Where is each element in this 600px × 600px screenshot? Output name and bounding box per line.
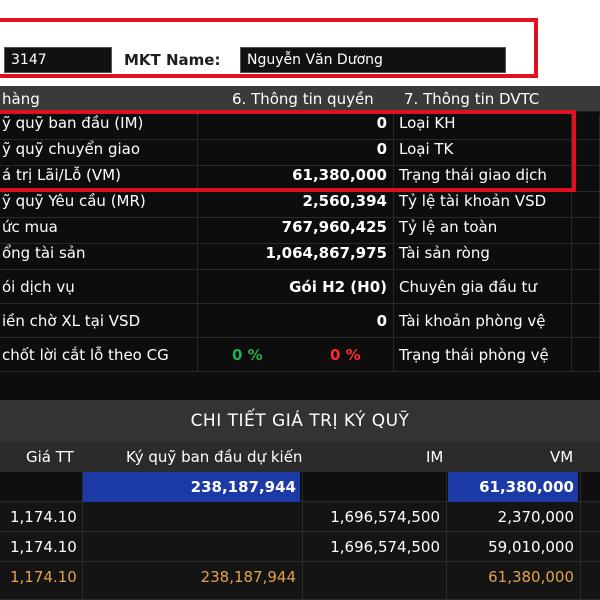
info-row: iền chờ XL tại VSD 0 Tài khoản phòng vệ bbox=[0, 304, 600, 338]
info-right-value bbox=[572, 218, 600, 244]
info-row: chốt lời cắt lỗ theo CG 0 % 0 % Trạng th… bbox=[0, 338, 600, 372]
cell-vm: 2,370,000 bbox=[497, 508, 574, 526]
stop-loss-pct: 0 % bbox=[330, 346, 361, 364]
cell-initial: 238,187,944 bbox=[200, 568, 296, 586]
info-label: ức mua bbox=[0, 218, 198, 244]
col-header-im[interactable]: IM bbox=[426, 442, 443, 472]
cell-im: 1,696,574,500 bbox=[330, 508, 440, 526]
margin-detail-title: CHI TIẾT GIÁ TRỊ KÝ QUỸ bbox=[0, 400, 600, 442]
col-header-initial-margin[interactable]: Ký quỹ ban đầu dự kiến bbox=[126, 442, 302, 472]
info-row: ói dịch vụ Gói H2 (H0) Chuyên gia đầu tư bbox=[0, 270, 600, 304]
cell-price: 1,174.10 bbox=[10, 568, 77, 586]
info-right-label: Tỷ lệ an toàn bbox=[394, 218, 572, 244]
info-right-value bbox=[572, 192, 600, 218]
info-right-value bbox=[572, 338, 600, 372]
info-value-pct-cell: 0 % 0 % bbox=[198, 338, 394, 372]
info-right-value bbox=[572, 140, 600, 166]
margin-table-header: Giá TT Ký quỹ ban đầu dự kiến IM VM bbox=[0, 442, 600, 472]
table-row[interactable]: 1,174.10 1,696,574,500 59,010,000 bbox=[0, 532, 600, 562]
info-value: Gói H2 (H0) bbox=[198, 270, 394, 304]
table-col-divider bbox=[580, 472, 581, 600]
info-label: iền chờ XL tại VSD bbox=[0, 304, 198, 338]
tab-thong-tin-quyen[interactable]: 6. Thông tin quyền bbox=[232, 86, 374, 112]
info-label: ỹ quỹ Yêu cầu (MR) bbox=[0, 192, 198, 218]
tab-hang[interactable]: hàng bbox=[2, 86, 40, 112]
tab-bar: hàng 6. Thông tin quyền 7. Thông tin DVT… bbox=[0, 86, 600, 112]
info-right-label: Tài khoản phòng vệ bbox=[394, 304, 572, 338]
info-label: ổng tài sản bbox=[0, 244, 198, 270]
info-right-value bbox=[572, 114, 600, 140]
info-row: ức mua 767,960,425 Tỷ lệ an toàn bbox=[0, 218, 600, 244]
account-number-field[interactable]: 3147 bbox=[4, 47, 112, 73]
cell-vm: 61,380,000 bbox=[479, 478, 574, 496]
cell-vm: 61,380,000 bbox=[488, 568, 574, 586]
table-col-divider bbox=[302, 472, 303, 600]
table-col-divider bbox=[82, 472, 83, 600]
info-value: 0 bbox=[198, 304, 394, 338]
col-header-vm[interactable]: VM bbox=[550, 442, 573, 472]
info-highlight-box bbox=[0, 110, 576, 192]
info-row: ổng tài sản 1,064,867,975 Tài sản ròng bbox=[0, 244, 600, 270]
mkt-name-field[interactable]: Nguyễn Văn Dương bbox=[240, 47, 506, 73]
info-right-value bbox=[572, 304, 600, 338]
info-right-value bbox=[572, 244, 600, 270]
table-col-divider bbox=[446, 472, 447, 600]
info-right-label: Chuyên gia đầu tư bbox=[394, 270, 572, 304]
col-header-price[interactable]: Giá TT bbox=[26, 442, 74, 472]
info-right-value bbox=[572, 166, 600, 192]
cell-vm: 59,010,000 bbox=[488, 538, 574, 556]
info-row: ỹ quỹ Yêu cầu (MR) 2,560,394 Tỷ lệ tài k… bbox=[0, 192, 600, 218]
info-label: ói dịch vụ bbox=[0, 270, 198, 304]
take-profit-pct: 0 % bbox=[232, 346, 263, 364]
cell-price: 1,174.10 bbox=[10, 508, 77, 526]
info-right-value bbox=[572, 270, 600, 304]
info-label: chốt lời cắt lỗ theo CG bbox=[0, 338, 198, 372]
info-value: 767,960,425 bbox=[198, 218, 394, 244]
mkt-name-label: MKT Name: bbox=[124, 51, 221, 69]
cell-price: 1,174.10 bbox=[10, 538, 77, 556]
info-right-label: Trạng thái phòng vệ bbox=[394, 338, 572, 372]
table-row[interactable]: 238,187,944 61,380,000 bbox=[0, 472, 600, 502]
info-right-label: Tỷ lệ tài khoản VSD bbox=[394, 192, 572, 218]
table-row[interactable]: 1,174.10 1,696,574,500 2,370,000 bbox=[0, 502, 600, 532]
cell-im: 1,696,574,500 bbox=[330, 538, 440, 556]
tab-thong-tin-dvtc[interactable]: 7. Thông tin DVTC bbox=[404, 86, 539, 112]
cell-initial: 238,187,944 bbox=[190, 478, 296, 496]
table-row-total[interactable]: 1,174.10 238,187,944 61,380,000 bbox=[0, 562, 600, 600]
info-value: 1,064,867,975 bbox=[198, 244, 394, 270]
info-value: 2,560,394 bbox=[198, 192, 394, 218]
info-right-label: Tài sản ròng bbox=[394, 244, 572, 270]
